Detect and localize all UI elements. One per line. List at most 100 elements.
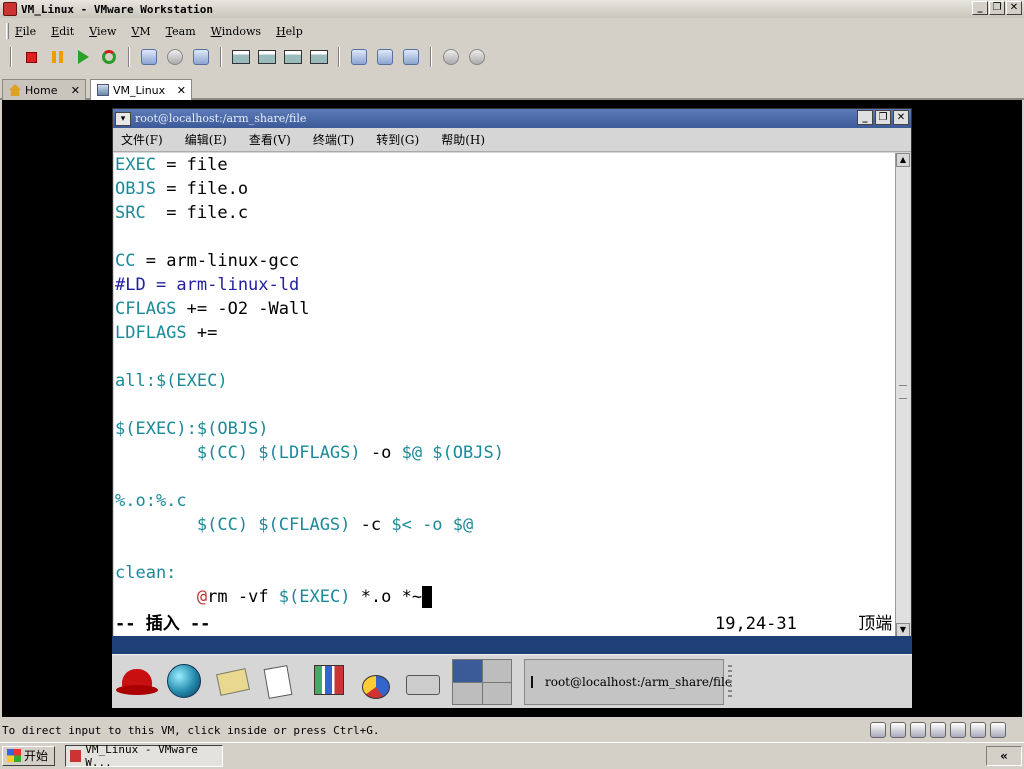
start-button[interactable]: 开始 <box>2 745 56 766</box>
windows-flag-icon <box>7 749 21 762</box>
terminal-maximize-button[interactable]: ❐ <box>875 110 891 125</box>
web-browser-icon[interactable] <box>164 661 206 701</box>
guest-panel: root@localhost:/arm_share/file <box>112 654 912 708</box>
printer-icon[interactable] <box>402 661 444 701</box>
editor-line: $(CC) $(CFLAGS) -c $< -o $@ <box>115 515 474 535</box>
power-on-button[interactable] <box>72 46 94 68</box>
vm-status-bar: To direct input to this VM, click inside… <box>0 719 1024 741</box>
tab-home-label: Home <box>25 83 58 97</box>
term-menu-terminal[interactable]: 终端(T) <box>313 131 354 148</box>
guest-task-button[interactable]: root@localhost:/arm_share/file <box>524 659 732 705</box>
show-sidebar-button[interactable] <box>230 46 252 68</box>
menu-team[interactable]: Team <box>166 25 196 38</box>
toolbar-separator <box>10 47 12 67</box>
editor-line: CC = arm-linux-gcc <box>115 251 300 271</box>
menu-vm[interactable]: VM <box>131 25 150 38</box>
snapshot-button[interactable] <box>138 46 160 68</box>
menubar: File Edit View VM Team Windows Help <box>0 20 1024 42</box>
editor-line: CFLAGS += -O2 -Wall <box>115 299 310 319</box>
suspend-button[interactable] <box>46 46 68 68</box>
text-cursor <box>422 586 433 608</box>
menu-edit[interactable]: Edit <box>51 25 74 38</box>
sound-icon[interactable] <box>970 722 986 738</box>
sidebar-icon <box>232 50 250 64</box>
tab-vm-label: VM_Linux <box>113 83 166 97</box>
tab-home[interactable]: Home ✕ <box>2 79 86 100</box>
tab-home-close-icon[interactable]: ✕ <box>71 84 80 97</box>
terminal-window[interactable]: ▾ root@localhost:/arm_share/file _ ❐ ✕ 文… <box>112 108 912 638</box>
term-menu-file[interactable]: 文件(F) <box>121 131 163 148</box>
vm-icon <box>97 84 109 96</box>
floppy-icon[interactable] <box>910 722 926 738</box>
term-menu-edit[interactable]: 编辑(E) <box>185 131 227 148</box>
guest-desktop-strip <box>112 636 912 654</box>
redhat-menu-icon[interactable] <box>116 661 158 701</box>
home-icon <box>9 84 21 96</box>
panel-handle[interactable] <box>728 665 732 699</box>
editor-line: $(EXEC):$(OBJS) <box>115 419 269 439</box>
reset-button[interactable] <box>98 46 120 68</box>
menu-help[interactable]: Help <box>276 25 303 38</box>
editor-line: $(CC) $(LDFLAGS) -o $@ $(OBJS) <box>115 443 504 463</box>
writer-icon[interactable] <box>258 661 300 701</box>
presentation-icon[interactable] <box>308 661 350 701</box>
terminal-text-area[interactable]: EXEC = file OBJS = file.o SRC = file.c CC =… <box>114 153 896 637</box>
terminal-close-button[interactable]: ✕ <box>893 110 909 125</box>
scroll-up-icon[interactable]: ▲ <box>896 153 910 167</box>
appliance-view-button[interactable] <box>374 46 396 68</box>
editor-line: clean: <box>115 563 177 583</box>
host-task-vmware[interactable]: VM_Linux - VMware W... <box>65 743 224 769</box>
replay-button[interactable] <box>466 46 488 68</box>
term-menu-go[interactable]: 转到(G) <box>376 131 419 148</box>
console-icon <box>403 49 419 65</box>
quick-switch-button[interactable] <box>256 46 278 68</box>
workspace-1[interactable] <box>453 660 482 682</box>
email-icon[interactable] <box>212 661 254 701</box>
minimize-button[interactable]: _ <box>972 1 988 15</box>
hard-disk-icon[interactable] <box>870 722 886 738</box>
quick-switch-icon <box>258 50 276 64</box>
fullscreen-button[interactable] <box>282 46 304 68</box>
spreadsheet-icon[interactable] <box>354 661 396 701</box>
summary-view-button[interactable] <box>348 46 370 68</box>
toolbar-separator <box>220 47 222 67</box>
term-menu-view[interactable]: 查看(V) <box>249 131 291 148</box>
editor-line: #LD = arm-linux-ld <box>115 275 300 295</box>
window-titlebar: VM_Linux - VMware Workstation _ ❐ ✕ <box>0 0 1024 18</box>
revert-snapshot-button[interactable] <box>164 46 186 68</box>
tray-expand-button[interactable]: « <box>986 746 1022 766</box>
record-button[interactable] <box>440 46 462 68</box>
menu-view[interactable]: View <box>89 25 116 38</box>
snapshot-manager-button[interactable] <box>190 46 212 68</box>
menu-windows[interactable]: Windows <box>211 25 261 38</box>
terminal-scrollbar[interactable]: ▲ ▼ <box>895 153 910 637</box>
vim-position-indicator: 19,24-31 顶端 <box>715 614 893 634</box>
stop-icon <box>25 51 37 63</box>
unity-button[interactable] <box>308 46 330 68</box>
workspace-3[interactable] <box>453 682 482 704</box>
tab-vm-close-icon[interactable]: ✕ <box>177 84 186 97</box>
cdrom-icon[interactable] <box>890 722 906 738</box>
scroll-down-icon[interactable]: ▼ <box>896 623 910 637</box>
workspace-2[interactable] <box>482 660 511 682</box>
tab-bar: Home ✕ VM_Linux ✕ <box>0 76 1024 100</box>
network-icon[interactable] <box>930 722 946 738</box>
workspace-4[interactable] <box>482 682 511 704</box>
terminal-minimize-button[interactable]: _ <box>857 110 873 125</box>
power-off-button[interactable] <box>20 46 42 68</box>
scroll-grip[interactable] <box>899 385 907 399</box>
window-menu-icon[interactable]: ▾ <box>115 111 131 126</box>
menu-file[interactable]: File <box>15 25 36 38</box>
terminal-titlebar: ▾ root@localhost:/arm_share/file _ ❐ ✕ <box>113 109 911 128</box>
workspace-switcher[interactable] <box>452 659 512 705</box>
menubar-grip <box>6 23 9 39</box>
editor-line: LDFLAGS += <box>115 323 218 343</box>
message-log-icon[interactable] <box>990 722 1006 738</box>
restore-button[interactable]: ❐ <box>989 1 1005 15</box>
tab-vm-linux[interactable]: VM_Linux ✕ <box>90 79 192 100</box>
term-menu-help[interactable]: 帮助(H) <box>441 131 485 148</box>
console-view-button[interactable] <box>400 46 422 68</box>
usb-icon[interactable] <box>950 722 966 738</box>
close-button[interactable]: ✕ <box>1006 1 1022 15</box>
pause-icon <box>51 51 63 63</box>
